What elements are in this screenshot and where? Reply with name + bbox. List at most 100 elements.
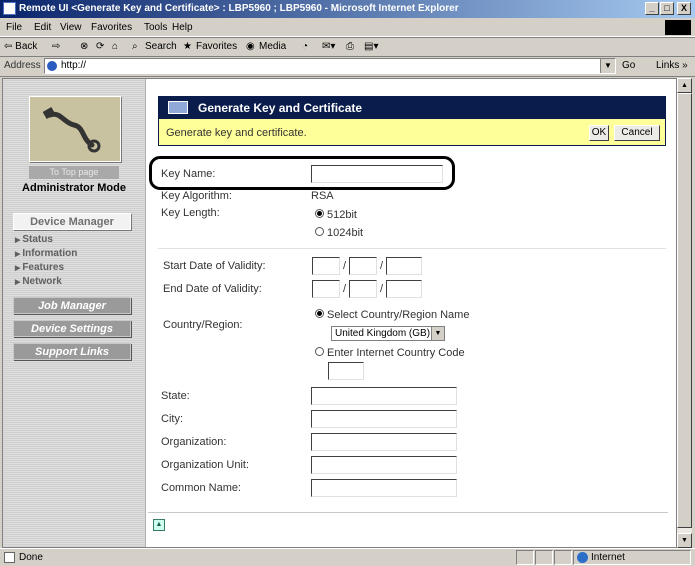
search-icon[interactable]: ⌕ xyxy=(132,41,138,52)
menu-help[interactable]: Help xyxy=(172,22,193,33)
menu-tools[interactable]: Tools xyxy=(144,22,167,33)
start-date-field-1[interactable] xyxy=(312,257,340,275)
menu-bar: File Edit View Favorites Tools Help xyxy=(0,19,695,37)
window-title: Remote UI <Generate Key and Certificate>… xyxy=(19,3,459,14)
toolbar: ⇦ Back ⇨ ⊗ ⟳ ⌂ ⌕ Search ★ Favorites ◉ Me… xyxy=(0,37,695,57)
page-top-arrow-icon[interactable]: ▲ xyxy=(153,519,165,531)
date-separator: / xyxy=(380,283,384,295)
common-name-label: Common Name: xyxy=(161,482,242,494)
country-selected-value: United Kingdom (GB) xyxy=(335,328,431,339)
organization-input[interactable] xyxy=(311,433,457,451)
key-name-input[interactable] xyxy=(311,165,443,183)
menu-file[interactable]: File xyxy=(6,22,22,33)
sidebar: To Top page Administrator Mode Device Ma… xyxy=(3,79,146,547)
key-length-1024-radio[interactable]: 1024bit xyxy=(315,227,363,239)
end-date-field-1[interactable] xyxy=(312,280,340,298)
ie-icon xyxy=(3,2,16,15)
scroll-down-button[interactable]: ▼ xyxy=(677,533,692,548)
cable-icon xyxy=(42,107,101,153)
nav-features[interactable]: Features xyxy=(15,262,64,273)
dialog-title: Generate Key and Certificate xyxy=(198,101,363,115)
windows-logo-icon xyxy=(665,20,691,35)
media-icon[interactable]: ◉ xyxy=(246,41,255,52)
country-code-option-label: Enter Internet Country Code xyxy=(327,347,465,359)
status-bar: Done Internet xyxy=(0,548,695,566)
country-code-radio[interactable]: Enter Internet Country Code xyxy=(315,347,465,359)
links-button[interactable]: Links » xyxy=(656,60,688,71)
favorites-icon[interactable]: ★ xyxy=(183,41,192,52)
city-input[interactable] xyxy=(311,410,457,428)
cancel-button[interactable]: Cancel xyxy=(614,125,660,141)
window-title-bar: Remote UI <Generate Key and Certificate>… xyxy=(0,0,695,18)
status-text: Done xyxy=(19,552,43,563)
common-name-input[interactable] xyxy=(311,479,457,497)
device-manager-button[interactable]: Device Manager xyxy=(13,213,131,230)
stop-icon[interactable]: ⊗ xyxy=(80,41,88,52)
key-algorithm-value: RSA xyxy=(311,190,334,202)
chevron-down-icon: ▼ xyxy=(431,327,444,340)
home-icon[interactable]: ⌂ xyxy=(112,41,118,52)
key-length-512-label: 512bit xyxy=(327,209,357,221)
maximize-button[interactable]: □ xyxy=(660,2,674,15)
mail-icon[interactable]: ✉▾ xyxy=(322,41,335,52)
nav-status[interactable]: Status xyxy=(15,234,53,245)
minimize-button[interactable]: _ xyxy=(645,2,659,15)
status-panel xyxy=(516,550,534,565)
address-dropdown-button[interactable]: ▼ xyxy=(600,59,615,73)
country-region-label: Country/Region: xyxy=(163,319,243,331)
page-done-icon xyxy=(4,552,15,563)
menu-view[interactable]: View xyxy=(60,22,82,33)
nav-information[interactable]: Information xyxy=(15,248,77,259)
print-icon[interactable]: ⎙ xyxy=(346,41,354,52)
menu-favorites[interactable]: Favorites xyxy=(91,22,132,33)
city-label: City: xyxy=(161,413,183,425)
dialog-header: Generate Key and Certificate xyxy=(158,96,666,119)
media-button[interactable]: Media xyxy=(259,41,286,52)
start-date-label: Start Date of Validity: xyxy=(163,260,266,272)
country-select[interactable]: United Kingdom (GB) ▼ xyxy=(331,326,445,341)
end-date-field-3[interactable] xyxy=(386,280,422,298)
page-content: To Top page Administrator Mode Device Ma… xyxy=(2,78,677,548)
menu-edit[interactable]: Edit xyxy=(34,22,51,33)
edit-icon[interactable]: ▤▾ xyxy=(364,41,378,52)
search-button[interactable]: Search xyxy=(145,41,177,52)
start-date-field-3[interactable] xyxy=(386,257,422,275)
job-manager-button[interactable]: Job Manager xyxy=(13,297,131,314)
dialog-instruction-bar: Generate key and certificate. OK Cancel xyxy=(158,119,666,146)
start-date-field-2[interactable] xyxy=(349,257,377,275)
zone-text: Internet xyxy=(591,552,625,563)
internet-globe-icon xyxy=(577,552,588,563)
admin-mode-label: Administrator Mode xyxy=(22,182,126,194)
address-url: http:// xyxy=(61,60,87,71)
forward-button[interactable]: ⇨ xyxy=(52,41,60,52)
close-button[interactable]: X xyxy=(677,2,691,15)
support-links-button[interactable]: Support Links xyxy=(13,343,131,360)
to-top-page-button[interactable]: To Top page xyxy=(29,166,119,179)
vertical-scrollbar[interactable]: ▲ ▼ xyxy=(677,78,692,548)
scroll-thumb[interactable] xyxy=(677,93,692,528)
key-length-512-radio[interactable]: 512bit xyxy=(315,209,357,221)
section-divider xyxy=(158,248,666,249)
state-input[interactable] xyxy=(311,387,457,405)
nav-network[interactable]: Network xyxy=(15,276,61,287)
refresh-icon[interactable]: ⟳ xyxy=(96,41,104,52)
back-button[interactable]: ⇦ Back xyxy=(4,41,37,52)
country-select-radio[interactable]: Select Country/Region Name xyxy=(315,309,469,321)
end-date-field-2[interactable] xyxy=(349,280,377,298)
state-label: State: xyxy=(161,390,190,402)
organization-label: Organization: xyxy=(161,436,227,448)
ok-button[interactable]: OK xyxy=(589,125,609,141)
address-bar: Address http:// ▼ Go Links » xyxy=(0,56,695,77)
favorites-button[interactable]: Favorites xyxy=(196,41,237,52)
key-name-label: Key Name: xyxy=(161,168,216,180)
address-input[interactable]: http:// ▼ xyxy=(44,58,616,74)
organization-unit-input[interactable] xyxy=(311,456,457,474)
key-length-label: Key Length: xyxy=(161,207,220,219)
go-button[interactable]: Go xyxy=(622,60,635,71)
history-icon[interactable]: ◔ xyxy=(302,41,308,52)
device-settings-button[interactable]: Device Settings xyxy=(13,320,131,337)
end-date-label: End Date of Validity: xyxy=(163,283,262,295)
country-code-input[interactable] xyxy=(328,362,364,380)
date-separator: / xyxy=(343,283,347,295)
scroll-up-button[interactable]: ▲ xyxy=(677,78,692,93)
